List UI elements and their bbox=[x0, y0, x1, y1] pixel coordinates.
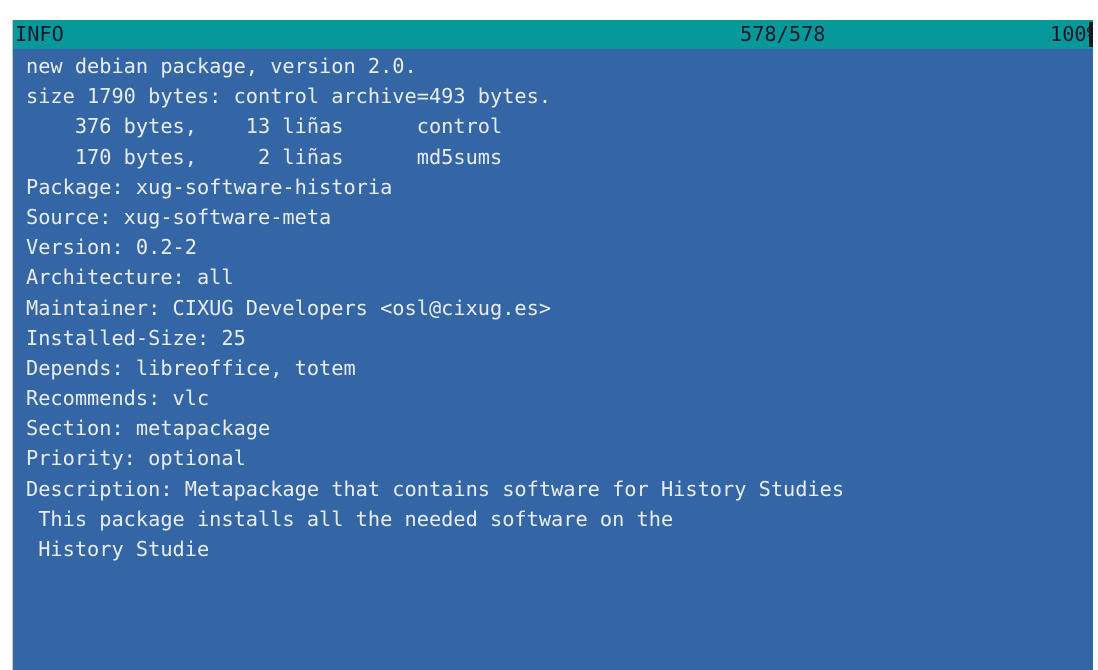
terminal-window[interactable]: INFO 578/578 100% new debian package, ve… bbox=[12, 20, 1093, 670]
status-line-position: 578/578 bbox=[740, 22, 826, 46]
output-line: Recommends: vlc bbox=[26, 386, 210, 411]
status-title: INFO bbox=[15, 22, 64, 46]
output-line: Installed-Size: 25 bbox=[26, 325, 246, 350]
output-line: 170 bytes, 2 liñas md5sums bbox=[26, 144, 503, 169]
text-cursor bbox=[1089, 22, 1093, 47]
output-line: Maintainer: CIXUG Developers <osl@cixug.… bbox=[26, 295, 552, 320]
output-line: Description: Metapackage that contains s… bbox=[26, 476, 845, 501]
output-line: Architecture: all bbox=[26, 265, 234, 290]
output-line: Package: xug-software-historia bbox=[26, 174, 393, 199]
output-line: Source: xug-software-meta bbox=[26, 204, 332, 229]
output-line: Version: 0.2-2 bbox=[26, 235, 197, 260]
output-line: new debian package, version 2.0. bbox=[26, 54, 417, 78]
status-bar: INFO 578/578 100% bbox=[13, 20, 1093, 49]
output-line: size 1790 bytes: control archive=493 byt… bbox=[26, 84, 552, 109]
status-scroll-percent: 100% bbox=[1050, 22, 1093, 46]
screenshot-frame: INFO 578/578 100% new debian package, ve… bbox=[0, 0, 1098, 670]
output-line: 376 bytes, 13 liñas control bbox=[26, 114, 503, 139]
output-line: Priority: optional bbox=[26, 446, 246, 471]
output-line: Section: metapackage bbox=[26, 416, 271, 441]
output-line: Depends: libreoffice, totem bbox=[26, 355, 356, 380]
package-info-output: new debian package, version 2.0. size 17… bbox=[26, 51, 844, 564]
output-line: History Studie bbox=[26, 537, 210, 561]
output-line: This package installs all the needed sof… bbox=[26, 506, 674, 531]
